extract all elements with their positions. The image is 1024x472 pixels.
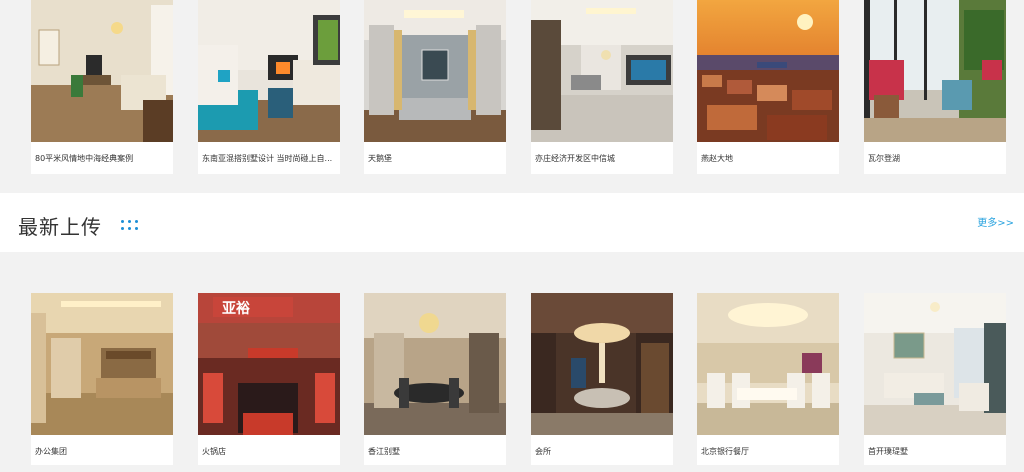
project-card[interactable]: 亚裕 火锅店 [198,293,340,465]
project-card[interactable]: 办公集团 [31,293,173,465]
project-caption[interactable]: 香江别墅 [368,446,502,457]
project-thumbnail[interactable] [697,293,839,435]
project-card[interactable]: 首开璞瑅墅 [864,293,1006,465]
project-card[interactable]: 会所 [531,293,673,465]
project-thumbnail[interactable] [31,293,173,435]
project-caption[interactable]: 北京银行餐厅 [701,446,835,457]
project-caption[interactable]: 首开璞瑅墅 [868,446,1002,457]
project-thumbnail[interactable]: 亚裕 [198,293,340,435]
project-caption[interactable]: 会所 [535,446,669,457]
project-card[interactable]: 香江别墅 [364,293,506,465]
project-caption[interactable]: 火锅店 [202,446,336,457]
project-thumbnail[interactable] [864,293,1006,435]
project-thumbnail[interactable] [531,293,673,435]
latest-uploads-row: 办公集团 亚裕 火锅店 香江别墅 会所 北京银行餐厅 首开璞瑅墅 [0,0,1024,472]
storefront-sign: 亚裕 [222,300,250,317]
project-thumbnail[interactable] [364,293,506,435]
project-card[interactable]: 北京银行餐厅 [697,293,839,465]
project-caption[interactable]: 办公集团 [35,446,169,457]
